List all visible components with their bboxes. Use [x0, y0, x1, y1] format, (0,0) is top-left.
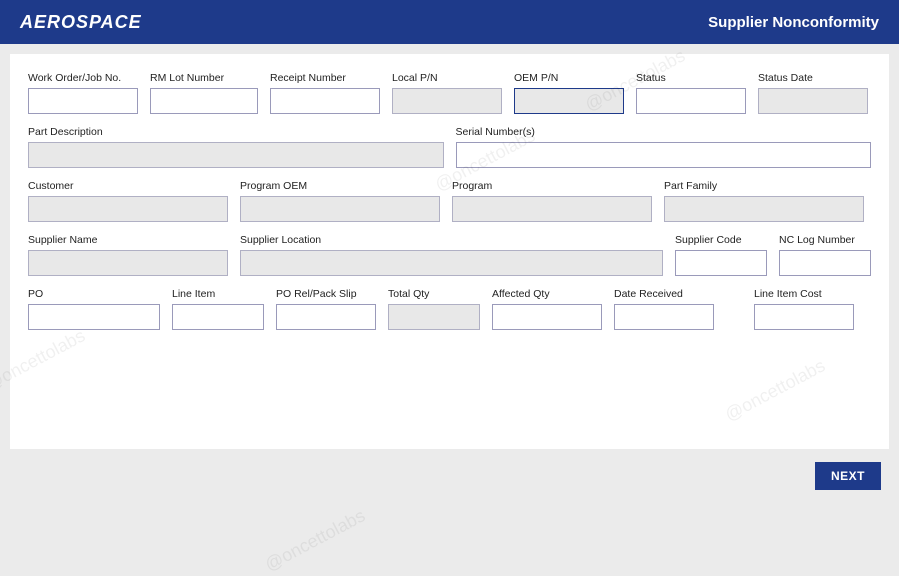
label-line-item: Line Item — [172, 288, 264, 300]
field-program-oem: Program OEM — [240, 180, 440, 222]
input-program[interactable] — [452, 196, 652, 222]
field-total-qty: Total Qty — [388, 288, 480, 330]
field-customer: Customer — [28, 180, 228, 222]
input-serial-numbers[interactable] — [456, 142, 872, 168]
field-status: Status — [636, 72, 746, 114]
input-part-family[interactable] — [664, 196, 864, 222]
label-local-pn: Local P/N — [392, 72, 502, 84]
field-oem-pn: OEM P/N — [514, 72, 624, 114]
field-date-received: Date Received — [614, 288, 714, 330]
label-nc-log-number: NC Log Number — [779, 234, 871, 246]
field-nc-log-number: NC Log Number — [779, 234, 871, 276]
input-customer[interactable] — [28, 196, 228, 222]
field-affected-qty: Affected Qty — [492, 288, 602, 330]
field-supplier-name: Supplier Name — [28, 234, 228, 276]
field-supplier-code: Supplier Code — [675, 234, 767, 276]
field-work-order: Work Order/Job No. — [28, 72, 138, 114]
label-rm-lot: RM Lot Number — [150, 72, 258, 84]
input-line-item-cost[interactable] — [754, 304, 854, 330]
spacer — [726, 288, 742, 330]
footer: NEXT — [815, 462, 881, 490]
input-part-description[interactable] — [28, 142, 444, 168]
input-local-pn[interactable] — [392, 88, 502, 114]
label-program: Program — [452, 180, 652, 192]
label-supplier-location: Supplier Location — [240, 234, 663, 246]
row-5: PO Line Item PO Rel/Pack Slip Total Qty … — [28, 288, 871, 330]
input-line-item[interactable] — [172, 304, 264, 330]
row-1: Work Order/Job No. RM Lot Number Receipt… — [28, 72, 871, 114]
field-po: PO — [28, 288, 160, 330]
input-po[interactable] — [28, 304, 160, 330]
field-line-item: Line Item — [172, 288, 264, 330]
label-po: PO — [28, 288, 160, 300]
input-receipt-number[interactable] — [270, 88, 380, 114]
next-button[interactable]: NEXT — [815, 462, 881, 490]
label-po-rel: PO Rel/Pack Slip — [276, 288, 376, 300]
page-title: Supplier Nonconformity — [708, 14, 879, 31]
input-rm-lot[interactable] — [150, 88, 258, 114]
row-4: Supplier Name Supplier Location Supplier… — [28, 234, 871, 276]
label-part-family: Part Family — [664, 180, 864, 192]
field-program: Program — [452, 180, 652, 222]
app-logo: AEROSPACE — [20, 12, 142, 33]
field-supplier-location: Supplier Location — [240, 234, 663, 276]
form-card: Work Order/Job No. RM Lot Number Receipt… — [10, 54, 889, 449]
label-line-item-cost: Line Item Cost — [754, 288, 854, 300]
label-status: Status — [636, 72, 746, 84]
label-date-received: Date Received — [614, 288, 714, 300]
label-supplier-name: Supplier Name — [28, 234, 228, 246]
field-po-rel: PO Rel/Pack Slip — [276, 288, 376, 330]
input-supplier-location[interactable] — [240, 250, 663, 276]
row-2: Part Description Serial Number(s) — [28, 126, 871, 168]
label-oem-pn: OEM P/N — [514, 72, 624, 84]
row-3: Customer Program OEM Program Part Family — [28, 180, 871, 222]
label-receipt-number: Receipt Number — [270, 72, 380, 84]
input-oem-pn[interactable] — [514, 88, 624, 114]
input-status[interactable] — [636, 88, 746, 114]
input-total-qty[interactable] — [388, 304, 480, 330]
watermark: @oncettolabs — [262, 505, 369, 575]
field-part-family: Part Family — [664, 180, 864, 222]
label-work-order: Work Order/Job No. — [28, 72, 138, 84]
label-serial-numbers: Serial Number(s) — [456, 126, 872, 138]
field-line-item-cost: Line Item Cost — [754, 288, 854, 330]
header: AEROSPACE Supplier Nonconformity — [0, 0, 899, 44]
input-supplier-name[interactable] — [28, 250, 228, 276]
field-part-description: Part Description — [28, 126, 444, 168]
label-program-oem: Program OEM — [240, 180, 440, 192]
label-total-qty: Total Qty — [388, 288, 480, 300]
field-status-date: Status Date — [758, 72, 868, 114]
input-work-order[interactable] — [28, 88, 138, 114]
label-supplier-code: Supplier Code — [675, 234, 767, 246]
label-part-description: Part Description — [28, 126, 444, 138]
label-affected-qty: Affected Qty — [492, 288, 602, 300]
input-supplier-code[interactable] — [675, 250, 767, 276]
field-rm-lot: RM Lot Number — [150, 72, 258, 114]
input-status-date[interactable] — [758, 88, 868, 114]
label-status-date: Status Date — [758, 72, 868, 84]
field-receipt-number: Receipt Number — [270, 72, 380, 114]
label-customer: Customer — [28, 180, 228, 192]
input-nc-log-number[interactable] — [779, 250, 871, 276]
field-serial-numbers: Serial Number(s) — [456, 126, 872, 168]
input-date-received[interactable] — [614, 304, 714, 330]
input-po-rel[interactable] — [276, 304, 376, 330]
input-program-oem[interactable] — [240, 196, 440, 222]
input-affected-qty[interactable] — [492, 304, 602, 330]
field-local-pn: Local P/N — [392, 72, 502, 114]
